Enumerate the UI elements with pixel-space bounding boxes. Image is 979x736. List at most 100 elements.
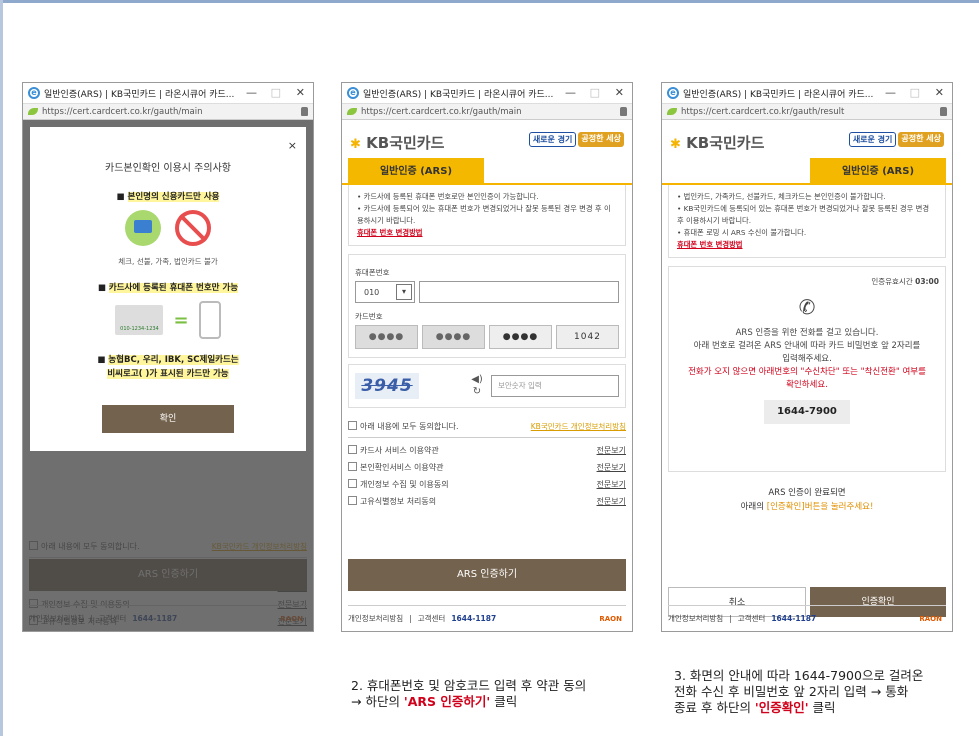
address-bar[interactable]: https://cert.cardcert.co.kr/gauth/result — [662, 103, 952, 120]
caption-line: 종료 후 하단의 '인증확인' 클릭 — [674, 700, 836, 715]
credit-card-ok-icon — [125, 210, 161, 246]
address-bar[interactable]: https://cert.cardcert.co.kr/gauth/main — [342, 103, 632, 120]
maximize-icon[interactable]: □ — [590, 86, 600, 99]
ars-warning-line2: 확인하세요. — [786, 380, 828, 390]
address-bar[interactable]: https://cert.cardcert.co.kr/gauth/main — [23, 103, 313, 120]
card-number-field[interactable]: ●●●● — [422, 325, 485, 349]
lock-icon — [620, 107, 627, 116]
card-number-field[interactable]: ●●●● — [489, 325, 552, 349]
close-icon[interactable]: ✕ — [935, 86, 944, 99]
ars-line1: ARS 인증을 위한 전화를 걸고 있습니다. — [735, 328, 879, 338]
url-text: https://cert.cardcert.co.kr/gauth/result — [681, 106, 845, 117]
agree-item[interactable]: 고유식별정보 처리동의전문보기 — [348, 493, 626, 510]
page-content: ✱ KB국민카드 새로운 경기 공정한 세상 일반인증 (ARS) • 법인카드,… — [662, 120, 952, 631]
agree-all-row[interactable]: 아래 내용에 모두 동의합니다. KB국민카드 개인정보처리방침 — [348, 416, 626, 438]
tab-bar: 일반인증 (ARS) — [342, 158, 632, 185]
checkbox[interactable] — [348, 421, 357, 430]
notice-modal: × 카드본인확인 이용시 주의사항 ■ 본인명의 신용카드만 사용 체크, 선불… — [30, 127, 306, 451]
privacy-policy-link[interactable]: KB국민카드 개인정보처리방침 — [531, 421, 626, 432]
caption-line: 2. 휴대폰번호 및 암호코드 입력 후 약관 동의 — [351, 678, 587, 693]
refresh-icon[interactable]: ↻ — [467, 386, 487, 398]
agree-item[interactable]: 카드사 서비스 이용약관전문보기 — [348, 442, 626, 459]
card-number-row: ●●●● ●●●● ●●●● 1042 — [355, 325, 619, 349]
phone-change-link[interactable]: 휴대폰 번호 변경방법 — [357, 227, 617, 239]
notice-line: • KB국민카드에 등록되어 있는 휴대폰 번호가 변경되었거나 잘못 등록된 … — [677, 204, 930, 225]
title-bar: e 일반인증(ARS) | KB국민카드 | 라온시큐어 카드... — □ ✕ — [23, 83, 313, 103]
minimize-icon[interactable]: — — [885, 86, 896, 99]
ie-icon: e — [28, 87, 40, 99]
notice-line: • 카드사에 등록된 휴대폰 번호로만 본인인증이 가능합니다. — [357, 192, 539, 201]
card-phone-image: 010-1234-1234 — [115, 305, 164, 335]
notice-line: • 휴대폰 로밍 시 ARS 수신이 불가합니다. — [677, 228, 807, 237]
browser-window-2: e 일반인증(ARS) | KB국민카드 | 라온시큐어 카드... — □ ✕… — [341, 82, 633, 632]
view-full-link[interactable]: 전문보기 — [597, 445, 626, 456]
checkbox[interactable] — [348, 462, 357, 471]
url-text: https://cert.cardcert.co.kr/gauth/main — [42, 106, 203, 117]
modal-close-icon[interactable]: × — [288, 139, 297, 152]
modal-bullet-3-line2: 비씨로고( )가 표시된 카드만 가능 — [107, 369, 229, 379]
minimize-icon[interactable]: — — [246, 86, 257, 99]
view-full-link[interactable]: 전문보기 — [597, 479, 626, 490]
maximize-icon[interactable]: □ — [271, 86, 281, 99]
lock-icon — [940, 107, 947, 116]
card-icons — [30, 210, 306, 250]
ars-phone-number: 1644-7900 — [764, 400, 850, 424]
tab-ars-auth[interactable]: 일반인증 (ARS) — [348, 158, 484, 185]
maximize-icon[interactable]: □ — [910, 86, 920, 99]
browser-window-3: e 일반인증(ARS) | KB국민카드 | 라온시큐어 카드... — □ ✕… — [661, 82, 953, 632]
minimize-icon[interactable]: — — [565, 86, 576, 99]
caption-line: 3. 화면의 안내에 따라 1644-7900으로 걸려온 — [674, 668, 924, 683]
footer-separator: | — [729, 614, 732, 623]
page-content: ✱ KB국민카드 새로운 경기 공정한 세상 일반인증 (ARS) • 카드사에 … — [342, 120, 632, 631]
notice-line: • 법인카드, 가족카드, 선불카드, 체크카드는 본인인증이 불가합니다. — [677, 192, 886, 201]
kb-logo: ✱ KB국민카드 — [350, 134, 445, 152]
card-prohibited-icon — [175, 210, 211, 246]
phone-prefix-select[interactable]: 010 ▾ — [355, 281, 415, 303]
agree-item[interactable]: 개인정보 수집 및 이용동의전문보기 — [348, 476, 626, 493]
checkbox[interactable] — [348, 445, 357, 454]
slogan-badge: 새로운 경기 공정한 세상 — [848, 132, 944, 147]
ars-auth-button[interactable]: ARS 인증하기 — [348, 559, 626, 591]
footer-privacy-link[interactable]: 개인정보처리방침 — [348, 613, 403, 624]
title-bar: e 일반인증(ARS) | KB국민카드 | 라온시큐어 카드... — □ ✕ — [662, 83, 952, 103]
card-number-field[interactable]: ●●●● — [355, 325, 418, 349]
card-number-field[interactable]: 1042 — [556, 325, 619, 349]
auth-timer: 인증유효시간 03:00 — [871, 277, 939, 286]
top-border — [0, 0, 979, 3]
slogan-badge: 새로운 경기 공정한 세상 — [528, 132, 624, 147]
checkbox[interactable] — [348, 479, 357, 488]
tab-bar: 일반인증 (ARS) — [662, 158, 952, 185]
lock-icon — [301, 107, 308, 116]
captcha-input[interactable]: 보안숫자 입력 — [491, 375, 619, 397]
ars-line2: 아래 번호로 걸려온 ARS 안내에 따라 카드 비밀번호 앞 2자리를 — [693, 341, 921, 351]
captcha-controls: ◀) ↻ — [467, 374, 487, 398]
view-full-link[interactable]: 전문보기 — [597, 496, 626, 507]
site-icon — [667, 108, 677, 115]
agreement-section: 아래 내용에 모두 동의합니다. KB국민카드 개인정보처리방침 카드사 서비스… — [348, 416, 626, 510]
footer: 개인정보처리방침 | 고객센터 1644-1187 RAON — [668, 605, 946, 631]
modal-confirm-button[interactable]: 확인 — [102, 405, 234, 433]
checkbox[interactable] — [348, 496, 357, 505]
agree-item[interactable]: 본인확인서비스 이용약관전문보기 — [348, 459, 626, 476]
phone-label: 휴대폰번호 — [355, 268, 390, 277]
ie-icon: e — [667, 87, 679, 99]
kb-logo: ✱ KB국민카드 — [670, 134, 765, 152]
tab-ars-auth[interactable]: 일반인증 (ARS) — [810, 158, 946, 185]
notice-line: • 카드사에 등록되어 있는 휴대폰 번호가 변경되었거나 잘못 등록된 경우 … — [357, 204, 611, 225]
completion-line2: 아래의 [인증확인]버튼을 눌러주세요! — [740, 502, 874, 512]
chevron-down-icon: ▾ — [396, 284, 412, 300]
footer-phone: 1644-1187 — [771, 614, 817, 623]
speaker-icon[interactable]: ◀) — [467, 374, 487, 386]
phone-number-input[interactable] — [419, 281, 619, 303]
view-full-link[interactable]: 전문보기 — [597, 462, 626, 473]
completion-line1: ARS 인증이 완료되면 — [768, 488, 846, 498]
footer-privacy-link[interactable]: 개인정보처리방침 — [668, 613, 723, 624]
close-icon[interactable]: ✕ — [615, 86, 624, 99]
site-icon — [347, 108, 357, 115]
modal-bullet-3: ■ 농협BC, 우리, IBK, SC제일카드는 — [97, 355, 239, 365]
close-icon[interactable]: ✕ — [296, 86, 305, 99]
ars-warning-line1: 전화가 오지 않으면 아래번호의 "수신차단" 또는 "착신전환" 여부를 — [688, 367, 926, 377]
footer-center-label: 고객센터 — [737, 614, 766, 623]
phone-icon — [198, 301, 221, 339]
phone-change-link[interactable]: 휴대폰 번호 변경방법 — [677, 239, 937, 251]
